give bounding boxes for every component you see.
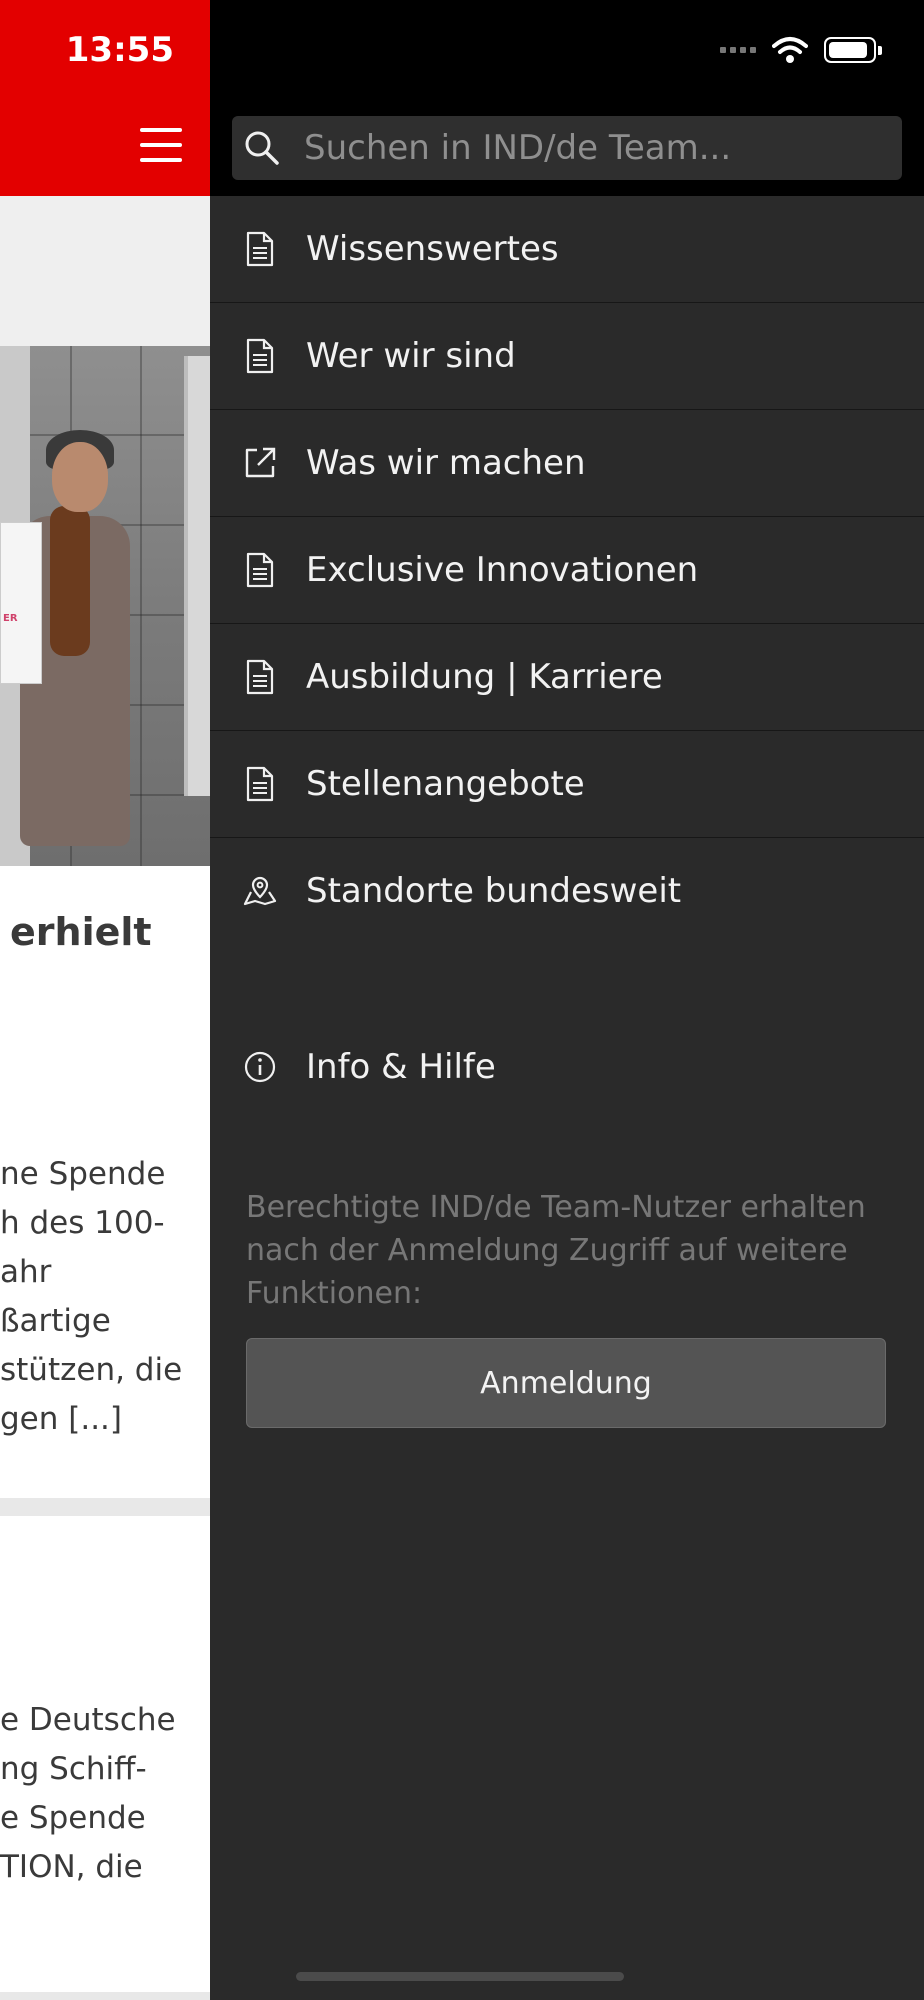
article-line: gen [...] [0, 1401, 123, 1437]
document-icon [242, 229, 278, 269]
menu-item-exclusive-innovationen[interactable]: Exclusive Innovationen [210, 517, 924, 624]
status-time: 13:55 [65, 30, 174, 70]
article-line: ng Schiff- [0, 1751, 147, 1787]
wifi-icon [772, 37, 808, 63]
login-notice: Berechtigte IND/de Team-Nutzer erhalten … [246, 1190, 866, 1311]
map-pin-icon [242, 871, 278, 911]
article-line: stützen, die [0, 1352, 183, 1388]
menu-item-label: Exclusive Innovationen [306, 550, 699, 590]
document-icon [242, 657, 278, 697]
article-line: h des 100- [0, 1205, 165, 1241]
menu-item-was-wir-machen[interactable]: Was wir machen [210, 410, 924, 517]
menu-item-label: Was wir machen [306, 443, 586, 483]
document-icon [242, 764, 278, 804]
article-line: TION, die [0, 1849, 143, 1885]
home-indicator [296, 1972, 624, 1981]
search-input[interactable] [302, 127, 876, 169]
article-title[interactable]: erhielt [10, 910, 152, 954]
login-button[interactable]: Anmeldung [246, 1338, 886, 1428]
article-photo[interactable]: ER [0, 346, 210, 866]
article-excerpt[interactable]: ne Spende h des 100- ahr ßartige stützen… [0, 1150, 210, 1444]
status-icons [720, 36, 882, 64]
menu-item-label: Wissenswertes [306, 229, 559, 269]
external-link-icon [242, 443, 278, 483]
certificate: ER [0, 522, 42, 684]
search-bar[interactable] [232, 116, 902, 180]
article-line: ahr [0, 1254, 52, 1290]
article-line: ne Spende [0, 1156, 166, 1192]
article-line: e Spende [0, 1800, 146, 1836]
article-line: ßartige [0, 1303, 111, 1339]
article-line: e Deutsche [0, 1702, 176, 1738]
hamburger-menu-icon[interactable] [140, 128, 182, 162]
article-divider [0, 1498, 210, 1516]
menu-item-wer-wir-sind[interactable]: Wer wir sind [210, 303, 924, 410]
menu-item-label: Info & Hilfe [306, 1047, 496, 1087]
menu-item-label: Stellenangebote [306, 764, 585, 804]
document-icon [242, 336, 278, 376]
document-icon [242, 550, 278, 590]
info-icon [242, 1047, 278, 1087]
menu-item-stellenangebote[interactable]: Stellenangebote [210, 731, 924, 838]
menu-item-label: Ausbildung | Karriere [306, 657, 663, 697]
bottom-strip [0, 1992, 210, 2000]
search-icon [245, 131, 279, 165]
cellular-signal-icon [720, 47, 756, 53]
header-band [0, 196, 210, 346]
background-content: 13:55 ER erhielt ne Spende h des 100- ah… [0, 0, 210, 2000]
article-excerpt-2[interactable]: e Deutsche ng Schiff- e Spende TION, die [0, 1696, 210, 1892]
navigation-drawer: Wissenswertes Wer wir sind Was wir mache… [210, 0, 924, 2000]
drawer-header [210, 0, 924, 196]
battery-icon [824, 37, 876, 63]
app-header: 13:55 [0, 0, 210, 196]
drawer-menu: Wissenswertes Wer wir sind Was wir mache… [210, 196, 924, 944]
menu-item-label: Standorte bundesweit [306, 871, 682, 911]
menu-item-wissenswertes[interactable]: Wissenswertes [210, 196, 924, 303]
menu-item-info-hilfe[interactable]: Info & Hilfe [210, 1014, 924, 1120]
menu-item-standorte-bundesweit[interactable]: Standorte bundesweit [210, 838, 924, 944]
menu-item-label: Wer wir sind [306, 336, 516, 376]
menu-item-ausbildung-karriere[interactable]: Ausbildung | Karriere [210, 624, 924, 731]
